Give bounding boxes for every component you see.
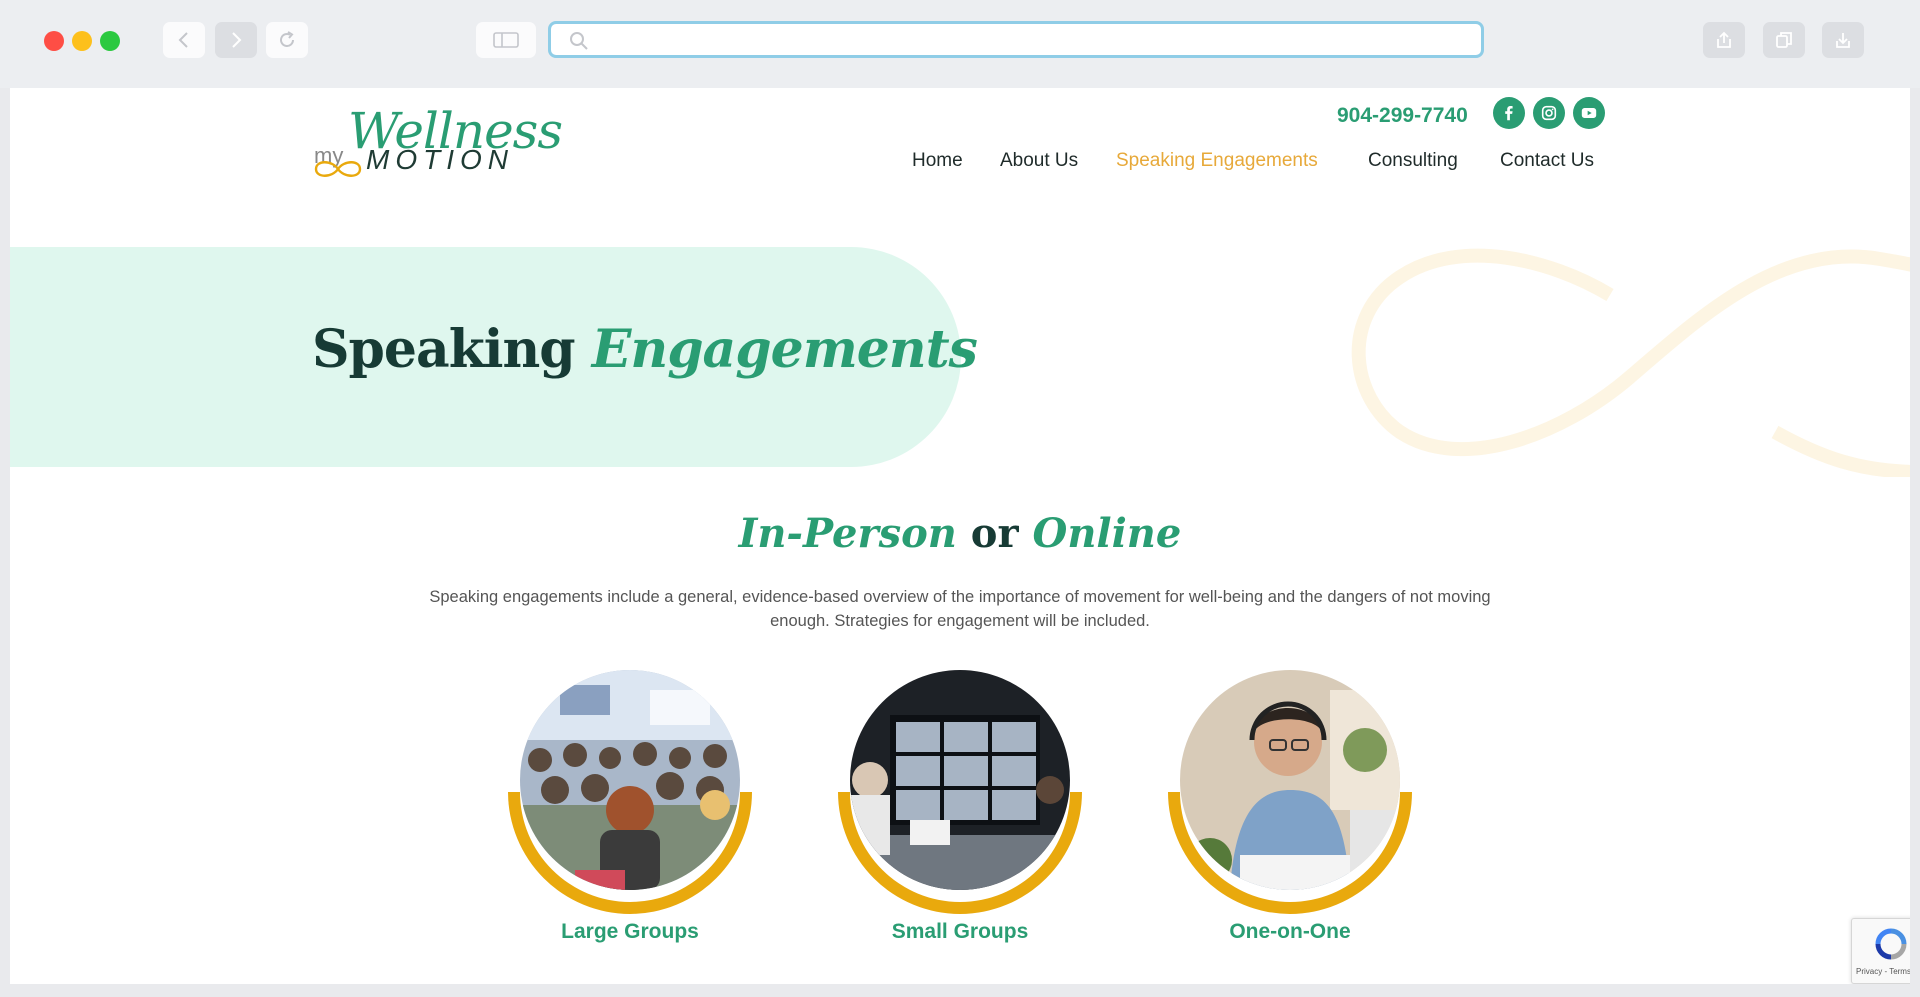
instagram-icon [1541,105,1557,121]
web-page: my Wellness MOTION 904-299-7740 Home Abo… [10,88,1910,984]
youtube-link[interactable] [1573,97,1605,129]
facebook-link[interactable] [1493,97,1525,129]
reload-icon [280,31,294,47]
card-image [1168,670,1412,914]
page-title-emphasis: Engagements [591,319,978,380]
chevron-right-icon [232,32,242,48]
search-icon [570,32,588,50]
card-label: Small Groups [891,920,1029,943]
facebook-icon [1505,105,1513,121]
headset-man-photo [1180,670,1400,890]
nav-about-us[interactable]: About Us [1000,150,1078,172]
forward-button[interactable] [215,22,257,58]
share-button[interactable] [1703,22,1745,58]
card-large-groups[interactable]: Large Groups [508,670,752,943]
card-label: Large Groups [561,920,699,943]
card-label: One-on-One [1229,920,1351,943]
reload-button[interactable] [266,22,308,58]
address-bar[interactable] [548,21,1484,58]
tabs-button[interactable] [1763,22,1805,58]
infinity-icon [314,161,362,177]
download-button[interactable] [1822,22,1864,58]
page-title-plain: Speaking [312,319,576,380]
browser-chrome [0,0,1920,88]
section-title-online: Online [1032,510,1182,557]
phone-link[interactable]: 904-299-7740 [1337,104,1468,128]
youtube-icon [1581,108,1597,118]
recaptcha-text: Privacy - Terms [1856,967,1910,976]
audience-photo [520,670,740,890]
tabs-icon [1776,32,1792,48]
section-title: In-Person or Online [10,514,1910,554]
logo-motion: MOTION [366,144,514,175]
page-title: Speaking Engagements [312,324,978,376]
site-logo[interactable]: my Wellness MOTION [312,102,563,182]
sidebar-button[interactable] [476,22,536,58]
section-description: Speaking engagements include a general, … [429,588,1491,630]
card-image [838,670,1082,914]
infinity-decoration [1351,248,1910,477]
back-button[interactable] [163,22,205,58]
download-icon [1836,33,1850,48]
share-icon [1717,31,1731,48]
close-window-button[interactable] [44,31,64,51]
chevron-left-icon [178,32,188,48]
sidebar-icon [493,32,519,48]
nav-contact-us[interactable]: Contact Us [1500,150,1594,172]
card-one-on-one[interactable]: One-on-One [1168,670,1412,943]
instagram-link[interactable] [1533,97,1565,129]
card-image [508,670,752,914]
minimize-window-button[interactable] [72,31,92,51]
nav-consulting[interactable]: Consulting [1368,150,1458,172]
recaptcha-badge[interactable]: Privacy - Terms [1851,918,1910,984]
section-title-in-person: In-Person [738,510,957,557]
maximize-window-button[interactable] [100,31,120,51]
nav-speaking-engagements[interactable]: Speaking Engagements [1116,150,1318,172]
video-meeting-photo [850,670,1070,890]
card-small-groups[interactable]: Small Groups [838,670,1082,943]
nav-home[interactable]: Home [912,150,963,172]
section-title-or: or [970,510,1019,557]
recaptcha-icon [1875,928,1907,960]
